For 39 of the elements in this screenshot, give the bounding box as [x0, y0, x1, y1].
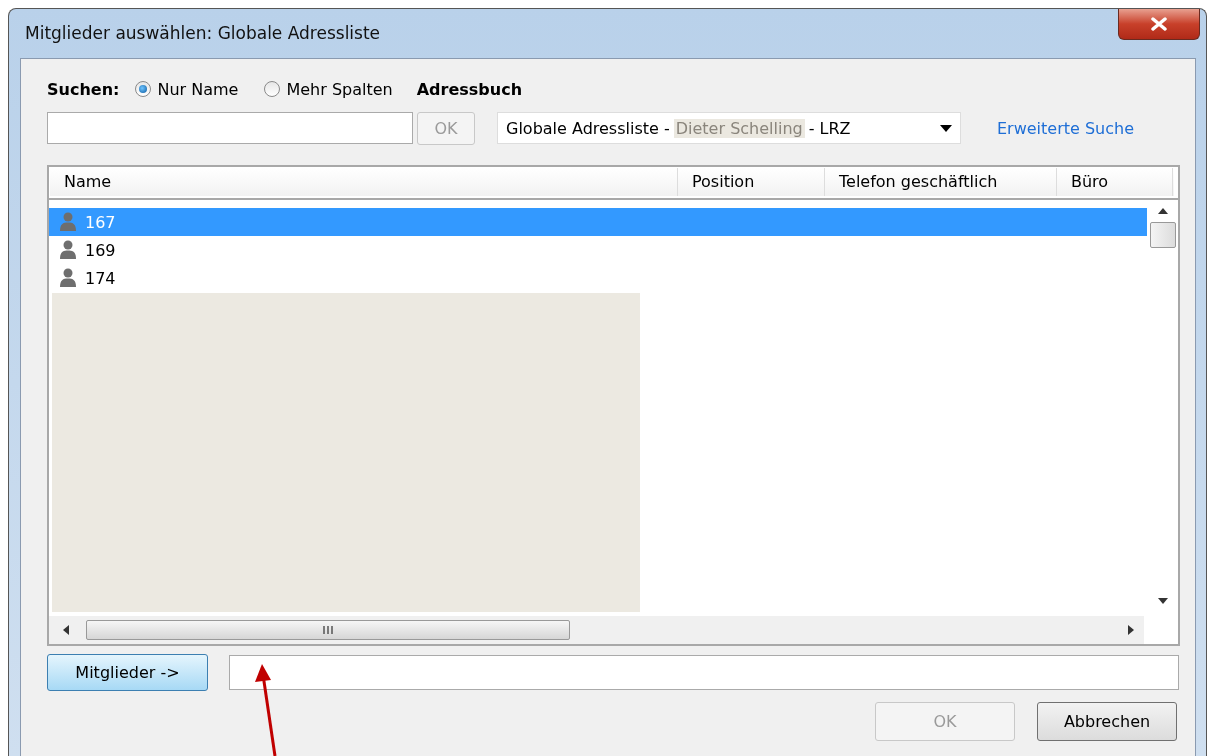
- column-header[interactable]: Telefon geschäftlich: [825, 168, 1057, 196]
- dropdown-value: Globale Adressliste -: [506, 118, 670, 138]
- advanced-search-link[interactable]: Erweiterte Suche: [997, 118, 1135, 138]
- contact-name: 167: [85, 212, 116, 232]
- radio-dot[interactable]: [135, 81, 152, 97]
- redacted-text: Dieter Schelling: [673, 118, 805, 138]
- scroll-left-icon: [63, 625, 69, 635]
- cancel-button[interactable]: Abbrechen: [1037, 702, 1177, 741]
- close-icon: [1150, 17, 1168, 31]
- scroll-down-icon: [1157, 598, 1168, 604]
- search-label: Suchen:: [47, 79, 120, 99]
- horizontal-scrollbar[interactable]: [49, 616, 1144, 644]
- contact-row[interactable]: 174: [49, 264, 1147, 292]
- search-field[interactable]: [47, 112, 413, 144]
- column-header[interactable]: Name: [50, 168, 678, 196]
- scroll-right-icon: [1128, 625, 1134, 635]
- scroll-thumb[interactable]: [1149, 222, 1176, 248]
- contact-row[interactable]: 169: [49, 236, 1147, 264]
- members-field[interactable]: [229, 655, 1179, 690]
- contact-name: 174: [85, 268, 116, 288]
- radio-dot[interactable]: [264, 81, 281, 97]
- contact-name: 169: [85, 240, 116, 260]
- column-header[interactable]: Position: [678, 168, 825, 196]
- address-book-dropdown[interactable]: Globale Adressliste - Dieter Schelling - LRZ: [497, 112, 961, 144]
- close-button[interactable]: [1118, 9, 1200, 40]
- radio-option[interactable]: Mehr Spalten: [264, 79, 393, 99]
- scroll-thumb[interactable]: [86, 620, 570, 640]
- window-title: Mitglieder auswählen: Globale Adressliste: [25, 23, 381, 43]
- scroll-up-icon: [1157, 208, 1168, 214]
- grip-icon: [322, 626, 334, 634]
- members-button[interactable]: Mitglieder ->: [47, 654, 208, 691]
- radio-option[interactable]: Nur Name: [135, 79, 239, 99]
- person-icon: [59, 268, 77, 288]
- address-book-label: Adressbuch: [416, 79, 523, 99]
- dropdown-value: - LRZ: [808, 118, 851, 138]
- person-icon: [59, 240, 77, 260]
- caret-icon: [940, 124, 952, 132]
- person-icon: [59, 212, 77, 232]
- column-header[interactable]: Büro: [1057, 168, 1173, 196]
